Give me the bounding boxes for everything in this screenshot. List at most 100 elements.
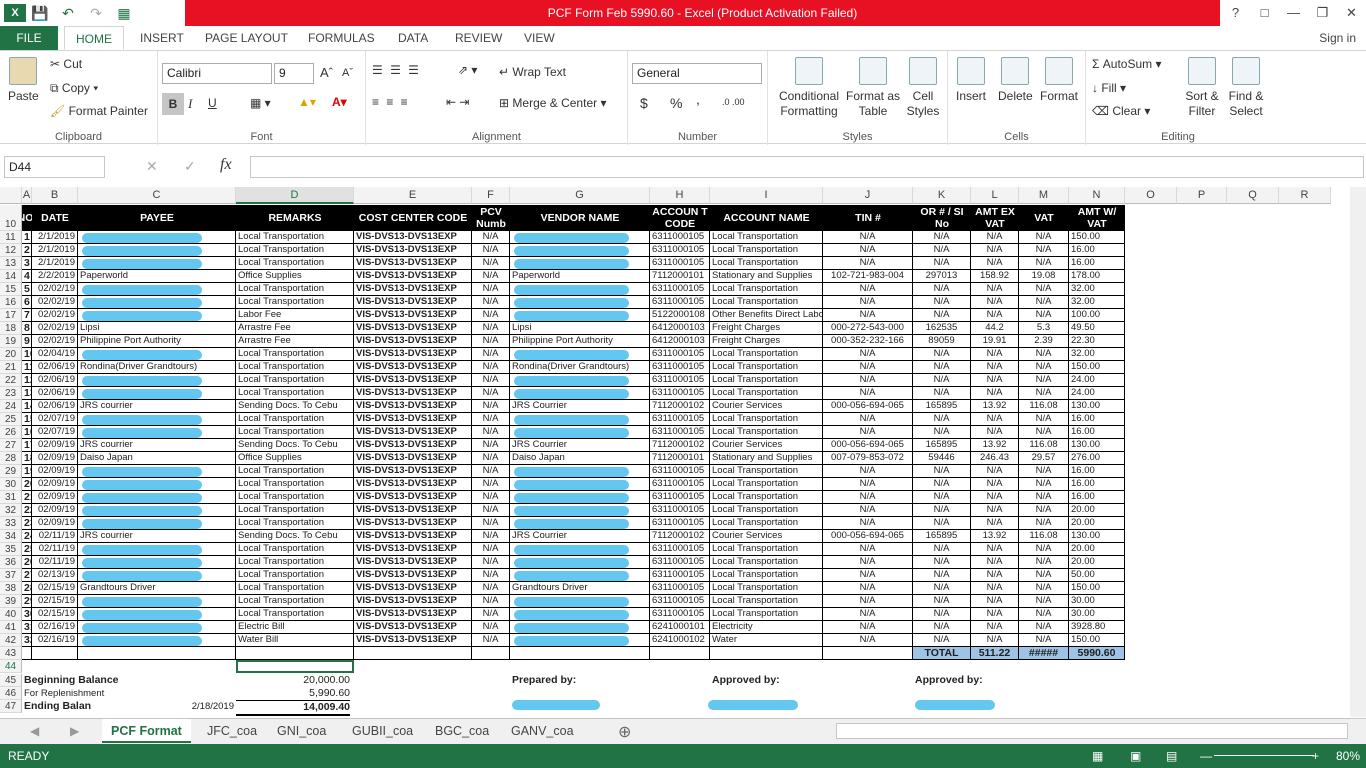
redo-icon[interactable]: ↷ [82, 5, 110, 22]
table-cell[interactable] [710, 647, 823, 660]
table-cell[interactable]: 6241000101 [650, 621, 710, 634]
table-cell[interactable]: Local Transportation [236, 296, 354, 309]
row-header[interactable]: 21 [0, 361, 22, 374]
table-cell[interactable]: N/A [823, 361, 913, 374]
table-cell[interactable]: N/A [971, 608, 1019, 621]
table-cell[interactable] [236, 647, 354, 660]
table-cell[interactable]: 3 [22, 257, 32, 270]
table-cell[interactable]: N/A [1019, 621, 1069, 634]
page-layout-view-icon[interactable]: ▣ [1130, 744, 1141, 768]
table-cell[interactable]: 02/16/19 [32, 621, 78, 634]
paste-button[interactable]: Paste [8, 57, 39, 104]
row-header[interactable]: 24 [0, 400, 22, 413]
table-cell[interactable]: 4 [22, 270, 32, 283]
sheet-tab-jfc-coa[interactable]: JFC_coa [198, 719, 266, 743]
table-cell[interactable]: 49.50 [1069, 322, 1125, 335]
table-cell[interactable]: N/A [971, 595, 1019, 608]
table-cell[interactable]: 000-056-694-065 [823, 400, 913, 413]
vertical-align-icons[interactable]: ☰ ☰ ☰ [372, 63, 421, 77]
table-cell[interactable]: N/A [1019, 257, 1069, 270]
table-cell[interactable]: 20.00 [1069, 517, 1125, 530]
table-cell[interactable]: 6311000105 [650, 465, 710, 478]
table-cell[interactable]: N/A [971, 296, 1019, 309]
column-header[interactable]: N [1069, 187, 1125, 204]
table-cell[interactable]: Local Transportation [236, 517, 354, 530]
table-cell[interactable]: N/A [823, 491, 913, 504]
tab-data[interactable]: DATA [398, 26, 428, 50]
row-header[interactable]: 45 [0, 674, 22, 687]
table-cell[interactable]: 02/11/19 [32, 556, 78, 569]
page-break-view-icon[interactable]: ▤ [1166, 744, 1177, 768]
table-cell[interactable]: N/A [472, 348, 510, 361]
table-cell[interactable]: N/A [971, 621, 1019, 634]
delete-cells-button[interactable]: Delete [998, 57, 1033, 104]
table-cell[interactable]: 7112000102 [650, 439, 710, 452]
table-cell[interactable]: 16.00 [1069, 478, 1125, 491]
table-cell[interactable]: 02/02/19 [32, 296, 78, 309]
column-header[interactable]: H [650, 187, 710, 204]
table-cell[interactable]: VIS-DVS13-DVS13EXP [354, 400, 472, 413]
clear-button[interactable]: ⌫ Clear ▾ [1092, 104, 1150, 118]
table-cell[interactable]: 2.39 [1019, 335, 1069, 348]
table-cell[interactable]: Sending Docs. To Cebu [236, 530, 354, 543]
percent-button[interactable]: % [670, 95, 682, 111]
column-header[interactable]: I [710, 187, 823, 204]
row-header[interactable]: 14 [0, 270, 22, 283]
table-cell[interactable]: 02/11/19 [32, 543, 78, 556]
sign-in-link[interactable]: Sign in [1319, 26, 1356, 50]
row-header[interactable]: 30 [0, 478, 22, 491]
table-cell[interactable]: 6311000105 [650, 517, 710, 530]
table-cell[interactable]: N/A [823, 504, 913, 517]
table-cell[interactable]: Local Transportation [710, 296, 823, 309]
table-cell[interactable]: Local Transportation [710, 387, 823, 400]
row-header[interactable]: 20 [0, 348, 22, 361]
table-cell[interactable]: VIS-DVS13-DVS13EXP [354, 582, 472, 595]
table-cell[interactable]: N/A [823, 556, 913, 569]
table-cell[interactable]: N/A [971, 361, 1019, 374]
table-cell[interactable]: N/A [472, 387, 510, 400]
table-cell[interactable]: VIS-DVS13-DVS13EXP [354, 283, 472, 296]
row-header[interactable]: 12 [0, 244, 22, 257]
table-cell[interactable]: N/A [971, 556, 1019, 569]
table-cell[interactable]: N/A [971, 413, 1019, 426]
insert-function-icon[interactable]: fx [220, 156, 232, 174]
table-cell[interactable]: 30 [22, 608, 32, 621]
table-cell[interactable]: Local Transportation [710, 465, 823, 478]
row-header[interactable]: 31 [0, 491, 22, 504]
table-cell[interactable]: N/A [823, 231, 913, 244]
borders-icon[interactable]: ▦ ▾ [250, 96, 271, 110]
table-cell[interactable]: N/A [472, 452, 510, 465]
column-header[interactable]: J [823, 187, 913, 204]
table-cell[interactable]: 17 [22, 439, 32, 452]
table-cell[interactable]: Local Transportation [710, 257, 823, 270]
table-cell[interactable]: N/A [472, 244, 510, 257]
table-cell[interactable]: N/A [1019, 543, 1069, 556]
number-format-dropdown[interactable]: General [632, 63, 762, 84]
table-cell[interactable]: Local Transportation [236, 595, 354, 608]
table-cell[interactable]: N/A [971, 374, 1019, 387]
table-cell[interactable]: JRS courrier [78, 439, 236, 452]
table-cell[interactable]: 02/07/19 [32, 413, 78, 426]
table-cell[interactable]: Office Supplies [236, 452, 354, 465]
table-cell[interactable]: 32.00 [1069, 296, 1125, 309]
table-cell[interactable]: N/A [472, 322, 510, 335]
table-cell[interactable]: VIS-DVS13-DVS13EXP [354, 621, 472, 634]
table-cell[interactable]: VIS-DVS13-DVS13EXP [354, 387, 472, 400]
find-select-button[interactable]: Find & Select [1224, 57, 1268, 119]
table-cell[interactable]: N/A [1019, 231, 1069, 244]
table-cell[interactable]: Local Transportation [236, 426, 354, 439]
table-cell[interactable]: 22 [22, 504, 32, 517]
row-header[interactable]: 32 [0, 504, 22, 517]
table-cell[interactable]: 29.57 [1019, 452, 1069, 465]
total-cell[interactable]: ##### [1019, 647, 1069, 660]
table-cell[interactable]: 24.00 [1069, 374, 1125, 387]
table-cell[interactable]: Local Transportation [710, 582, 823, 595]
add-sheet-icon[interactable]: ⊕ [618, 722, 631, 742]
table-cell[interactable]: 158.92 [971, 270, 1019, 283]
table-cell[interactable]: N/A [823, 595, 913, 608]
fill-button[interactable]: ↓ Fill ▾ [1092, 81, 1126, 95]
table-cell[interactable]: Philippine Port Authority [78, 335, 236, 348]
table-cell[interactable]: VIS-DVS13-DVS13EXP [354, 309, 472, 322]
table-cell[interactable]: Local Transportation [710, 491, 823, 504]
table-cell[interactable]: 7112000101 [650, 270, 710, 283]
